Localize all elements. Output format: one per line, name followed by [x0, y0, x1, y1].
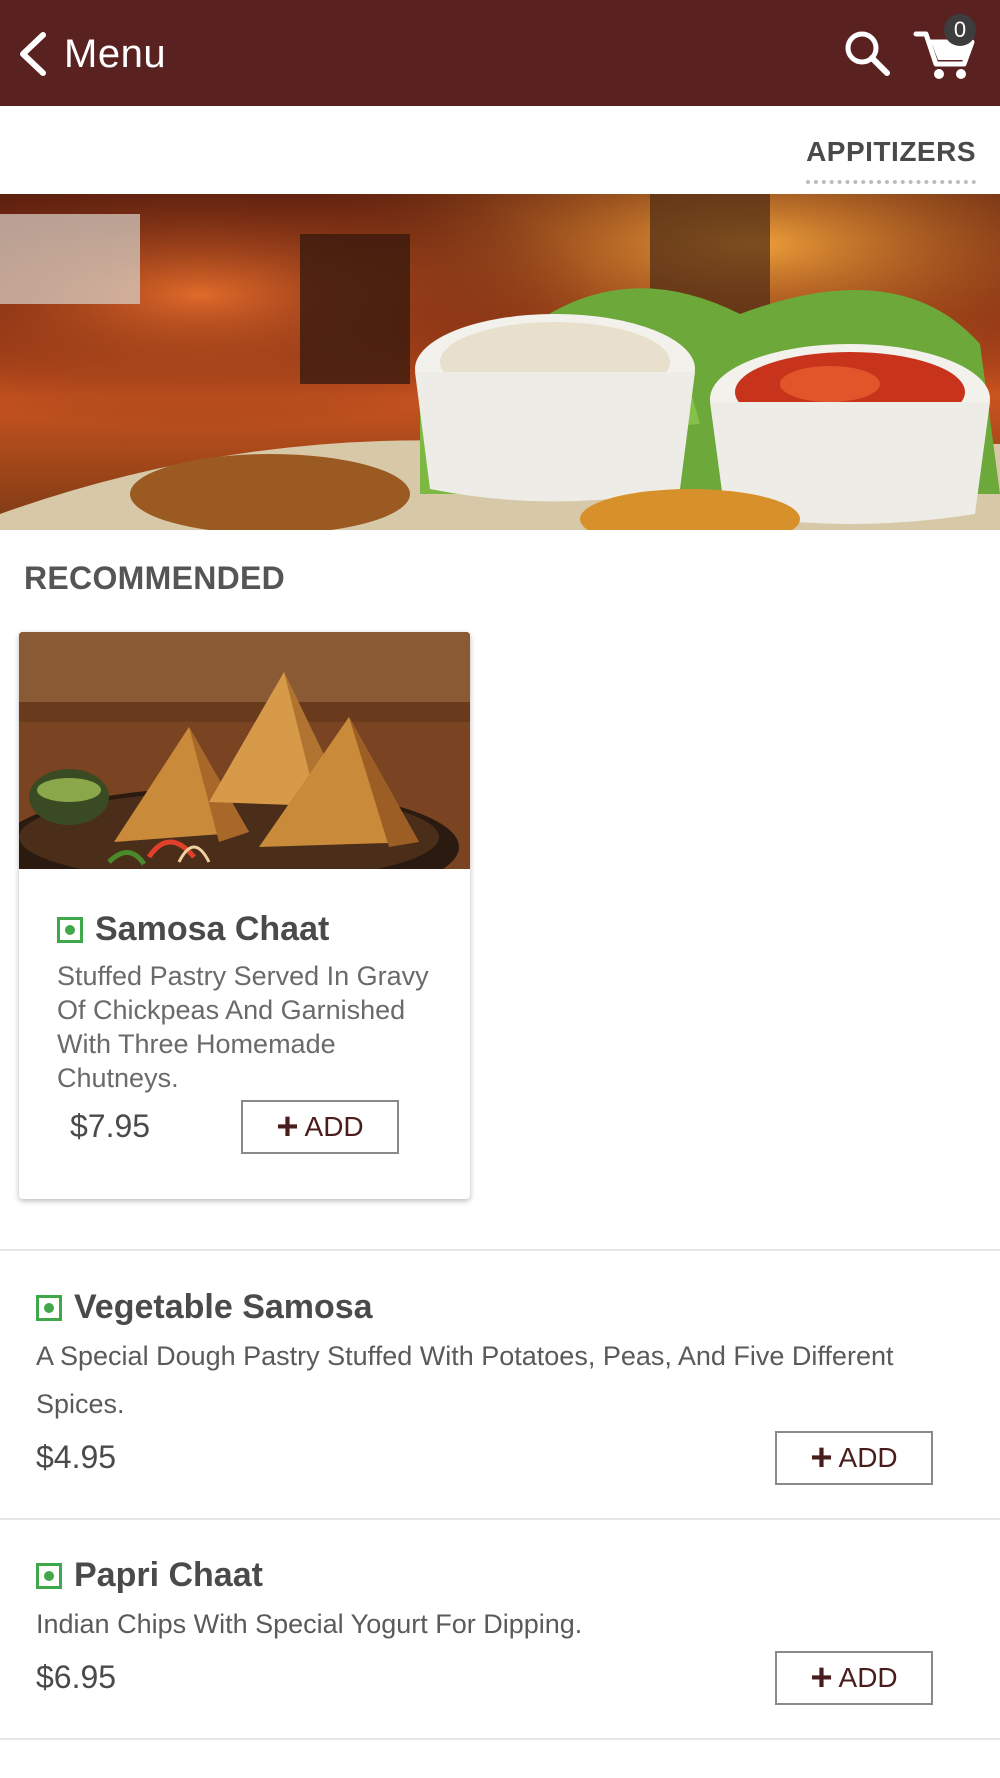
search-button[interactable] [842, 28, 892, 78]
veg-indicator-icon [36, 1562, 62, 1589]
plus-icon: + [276, 1106, 299, 1148]
add-button-label: ADD [304, 1111, 364, 1142]
item-name: Vegetable Samosa [74, 1288, 373, 1326]
item-price: $7.95 [70, 1108, 151, 1144]
back-chevron-icon [20, 32, 46, 76]
back-button[interactable]: Menu [16, 26, 186, 82]
item-description: Stuffed Pastry Served In Gravy Of Chickp… [57, 961, 429, 1093]
item-title: Vegetable Samosa [36, 1288, 373, 1327]
item-title: Samosa Chaat [57, 910, 437, 949]
search-icon [845, 31, 890, 76]
item-description: Indian Chips With Special Yogurt For Dip… [36, 1609, 583, 1639]
card-body: Samosa Chaat Stuffed Pastry Served In Gr… [57, 910, 437, 1095]
add-to-cart-button[interactable]: + ADD [775, 1431, 933, 1485]
recommended-heading: RECOMMENDED [24, 560, 286, 596]
divider [0, 1249, 1000, 1251]
veg-indicator-icon [36, 1294, 62, 1321]
veg-indicator-icon [57, 916, 83, 943]
plus-icon: + [810, 1657, 833, 1699]
add-button-label: ADD [838, 1442, 898, 1473]
samosa-chaat-image [19, 632, 470, 869]
item-name: Papri Chaat [74, 1556, 263, 1594]
item-description: A Special Dough Pastry Stuffed With Pota… [36, 1341, 894, 1419]
cart-count-badge: 0 [944, 14, 976, 46]
item-price: $4.95 [36, 1439, 117, 1475]
top-app-bar: Menu 0 [0, 0, 1000, 106]
plus-icon: + [810, 1437, 833, 1479]
divider [0, 1738, 1000, 1740]
divider [0, 1518, 1000, 1520]
add-to-cart-button[interactable]: + ADD [775, 1651, 933, 1705]
category-tab-bar: APPITIZERS [0, 106, 1000, 194]
item-title: Papri Chaat [36, 1556, 263, 1595]
item-name: Samosa Chaat [95, 910, 330, 948]
item-price: $6.95 [36, 1659, 117, 1695]
add-to-cart-button[interactable]: + ADD [241, 1100, 399, 1154]
add-button-label: ADD [838, 1662, 898, 1693]
back-label: Menu [64, 31, 167, 76]
category-banner-image [0, 194, 1000, 530]
tab-appitizers[interactable]: APPITIZERS [806, 136, 976, 184]
